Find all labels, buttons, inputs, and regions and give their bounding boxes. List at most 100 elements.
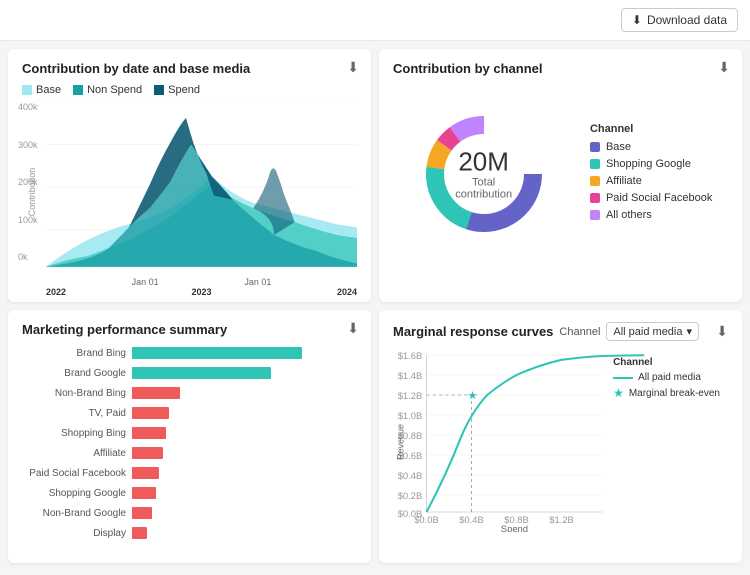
- channel-label-base: Base: [606, 141, 631, 153]
- bar-row: Shopping Bing: [22, 425, 357, 441]
- bar-fill: [132, 387, 180, 399]
- line-sample: [613, 377, 633, 379]
- legend-star-item: ★ Marginal break-even: [613, 386, 720, 400]
- card1-download-icon[interactable]: ⬇: [347, 59, 359, 76]
- bar-fill: [132, 507, 152, 519]
- card2-download-icon[interactable]: ⬇: [718, 59, 730, 76]
- channel-dot-others: [590, 210, 600, 220]
- donut-value: 20M: [446, 148, 521, 177]
- bar-fill: [132, 467, 159, 479]
- dashboard-grid: Contribution by date and base media ⬇ Ba…: [0, 41, 750, 571]
- bar-fill: [132, 447, 163, 459]
- legend-line-item: All paid media: [613, 372, 720, 383]
- card3-download-icon[interactable]: ⬇: [347, 320, 359, 337]
- channel-dot-affiliate: [590, 176, 600, 186]
- bar-label: TV, Paid: [22, 408, 132, 419]
- area-chart-svg: [46, 102, 357, 272]
- donut-chart: 20M Total contribution: [409, 99, 559, 249]
- bar-row: Non-Brand Bing: [22, 385, 357, 401]
- marginal-chart: Channel All paid media ★ Marginal break-…: [393, 347, 728, 532]
- legend-base: Base: [22, 84, 61, 96]
- svg-text:$0.2B: $0.2B: [398, 491, 423, 501]
- bar-label: Affiliate: [22, 448, 132, 459]
- bar-row: TV, Paid: [22, 405, 357, 421]
- card-marketing-performance: Marketing performance summary ⬇ Brand Bi…: [8, 310, 371, 563]
- card4-download-icon[interactable]: ⬇: [716, 323, 728, 340]
- legend-spend-label: Spend: [168, 84, 200, 96]
- legend-base-dot: [22, 85, 32, 95]
- x-year-labels: 202220232024: [46, 287, 357, 297]
- svg-text:Spend: Spend: [501, 524, 528, 532]
- svg-text:$0.0B: $0.0B: [414, 515, 439, 525]
- bar-chart: Brand Bing Brand Google Non-Brand Bing TV, …: [22, 345, 357, 545]
- card2-title: Contribution by channel: [393, 61, 728, 76]
- donut-center: 20M Total contribution: [446, 148, 521, 201]
- channel-legend: Channel Base Shopping Google Affiliate P…: [590, 123, 712, 226]
- channel-item-base: Base: [590, 141, 712, 153]
- legend-line-label: All paid media: [638, 372, 701, 383]
- bar-fill: [132, 427, 166, 439]
- bar-label: Non-Brand Google: [22, 508, 132, 519]
- channel-item-facebook: Paid Social Facebook: [590, 192, 712, 204]
- card1-title: Contribution by date and base media: [22, 61, 357, 76]
- svg-text:Revenue: Revenue: [395, 424, 405, 460]
- marginal-legend-title: Channel: [613, 357, 720, 368]
- channel-label-affiliate: Affiliate: [606, 175, 642, 187]
- card-contribution-channel: Contribution by channel ⬇: [379, 49, 742, 302]
- svg-text:$1.2B: $1.2B: [398, 391, 423, 401]
- svg-text:$1.4B: $1.4B: [398, 371, 423, 381]
- card1-legend: Base Non Spend Spend: [22, 84, 357, 96]
- bar-row: Affiliate: [22, 445, 357, 461]
- bar-label: Non-Brand Bing: [22, 388, 132, 399]
- card-marginal-response: Marginal response curves Channel All pai…: [379, 310, 742, 563]
- bar-label: Brand Bing: [22, 348, 132, 359]
- svg-text:$1.0B: $1.0B: [398, 411, 423, 421]
- top-bar: ⬇ Download data: [0, 0, 750, 41]
- legend-spend-dot: [154, 85, 164, 95]
- channel-selector-label: All paid media: [613, 326, 682, 338]
- legend-nonspend-dot: [73, 85, 83, 95]
- svg-text:$1.2B: $1.2B: [549, 515, 574, 525]
- bar-label: Display: [22, 528, 132, 539]
- channel-dot-base: [590, 142, 600, 152]
- channel-label-facebook: Paid Social Facebook: [606, 192, 712, 204]
- channel-item-google: Shopping Google: [590, 158, 712, 170]
- channel-dot-facebook: [590, 193, 600, 203]
- bar-row: Brand Google: [22, 365, 357, 381]
- legend-star-label: Marginal break-even: [629, 388, 720, 399]
- bar-label: Shopping Google: [22, 488, 132, 499]
- legend-nonspend-label: Non Spend: [87, 84, 142, 96]
- bar-fill: [132, 367, 271, 379]
- y-ticks: 400k300k200k100k0k: [18, 102, 38, 262]
- svg-text:$0.4B: $0.4B: [459, 515, 484, 525]
- bar-row: Display: [22, 525, 357, 541]
- channel-item-others: All others: [590, 209, 712, 221]
- bar-label: Paid Social Facebook: [22, 468, 132, 479]
- bar-fill: [132, 487, 156, 499]
- download-icon: ⬇: [632, 13, 642, 27]
- x-date-labels: Jan 01Jan 01: [46, 275, 357, 287]
- svg-text:$1.6B: $1.6B: [398, 351, 423, 361]
- channel-label-google: Shopping Google: [606, 158, 691, 170]
- donut-container: 20M Total contribution Channel Base Shop…: [393, 84, 728, 264]
- channel-selector[interactable]: All paid media ▾: [606, 322, 699, 341]
- svg-text:$0.4B: $0.4B: [398, 471, 423, 481]
- bar-label: Brand Google: [22, 368, 132, 379]
- bar-row: Brand Bing: [22, 345, 357, 361]
- star-icon: ★: [613, 386, 624, 400]
- chevron-down-icon: ▾: [686, 325, 692, 338]
- bar-row: Paid Social Facebook: [22, 465, 357, 481]
- channel-item-affiliate: Affiliate: [590, 175, 712, 187]
- bar-fill: [132, 527, 147, 539]
- card4-title: Marginal response curves: [393, 324, 553, 339]
- bar-label: Shopping Bing: [22, 428, 132, 439]
- marginal-legend: Channel All paid media ★ Marginal break-…: [613, 357, 720, 403]
- legend-base-label: Base: [36, 84, 61, 96]
- download-data-button[interactable]: ⬇ Download data: [621, 8, 738, 32]
- donut-label: Total contribution: [446, 176, 521, 200]
- channel-text: Channel: [559, 326, 600, 338]
- bar-fill: [132, 347, 302, 359]
- bar-row: Non-Brand Google: [22, 505, 357, 521]
- bar-row: Shopping Google: [22, 485, 357, 501]
- marginal-header: Marginal response curves Channel All pai…: [393, 322, 728, 341]
